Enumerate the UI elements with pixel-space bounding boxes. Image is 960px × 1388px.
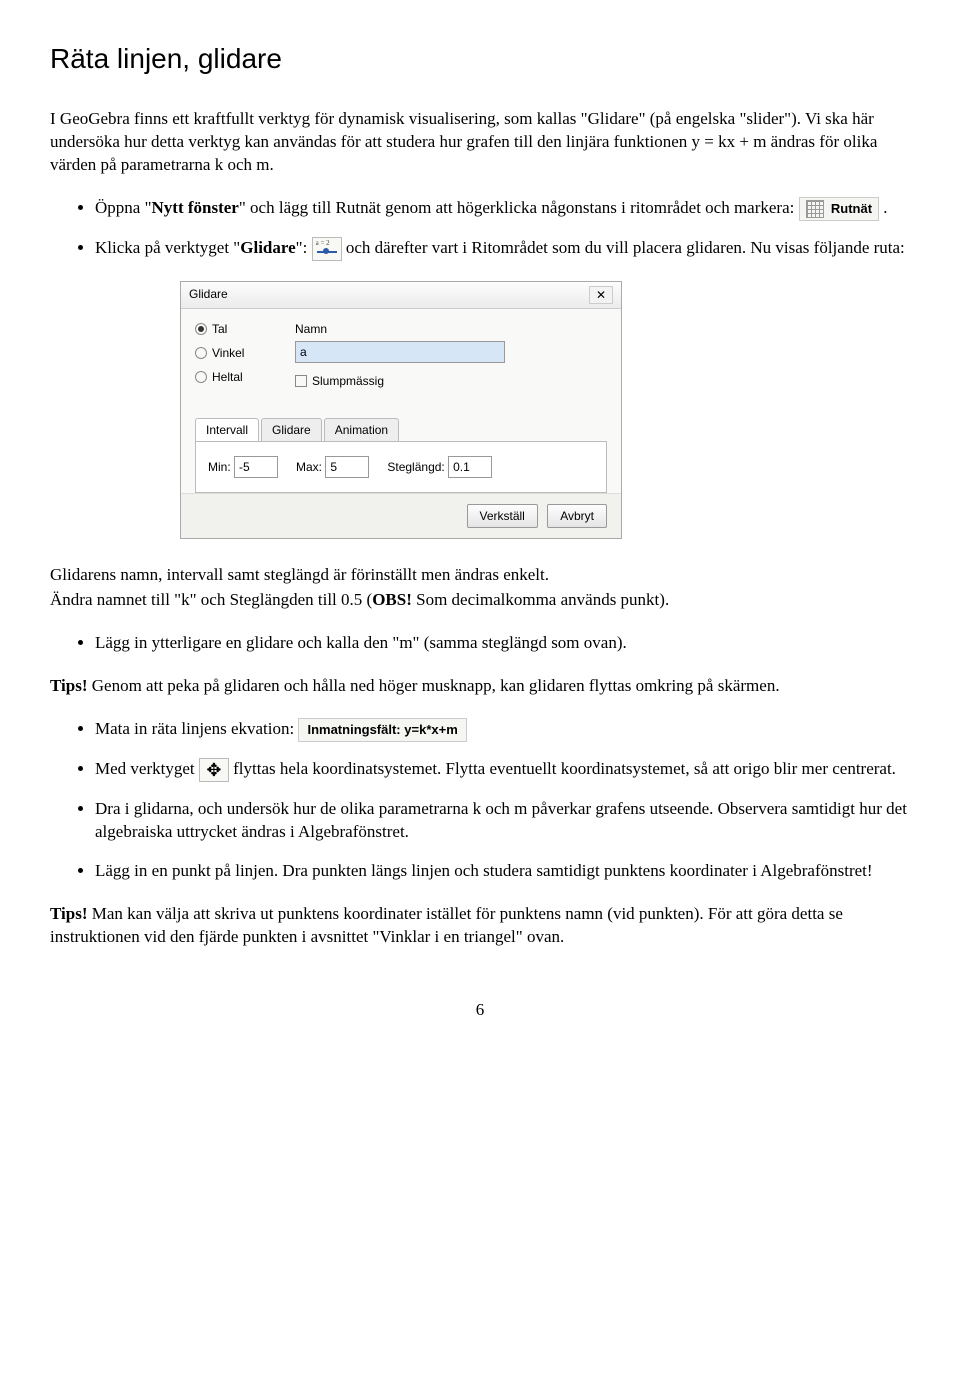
slider-dialog: Glidare ✕ Tal Vinkel Heltal Namn a Slump… (180, 281, 622, 539)
tips-1: Tips! Genom att peka på glidaren och hål… (50, 675, 910, 698)
bullet-move-tool: Med verktyget ✥ flyttas hela koordinatsy… (95, 758, 910, 782)
bullet-add-point: Lägg in en punkt på linjen. Dra punkten … (95, 860, 910, 883)
move-graphics-icon: ✥ (199, 758, 229, 782)
intro-paragraph: I GeoGebra finns ett kraftfullt verktyg … (50, 108, 910, 177)
close-icon[interactable]: ✕ (589, 286, 613, 304)
bullet-input-equation: Mata in räta linjens ekvation: Inmatning… (95, 718, 910, 742)
dialog-title: Glidare (189, 286, 228, 304)
max-input[interactable]: 5 (325, 456, 369, 478)
step-label: Steglängd: (387, 460, 444, 474)
page-title: Räta linjen, glidare (50, 40, 910, 78)
tips-2: Tips! Man kan välja att skriva ut punkte… (50, 903, 910, 949)
max-label: Max: (296, 460, 322, 474)
random-checkbox[interactable]: Slumpmässig (295, 373, 607, 389)
cancel-button[interactable]: Avbryt (547, 504, 607, 528)
step-input[interactable]: 0.1 (448, 456, 492, 478)
name-input[interactable]: a (295, 341, 505, 363)
name-label: Namn (295, 321, 607, 337)
radio-tal[interactable]: Tal (195, 321, 275, 337)
radio-vinkel[interactable]: Vinkel (195, 345, 275, 361)
input-field-snippet: Inmatningsfält: y=k*x+m (298, 718, 466, 742)
bullet-drag-sliders: Dra i glidarna, och undersök hur de olik… (95, 798, 910, 844)
post-dialog-text-2: Ändra namnet till "k" och Steglängden ti… (50, 589, 910, 612)
tab-animation[interactable]: Animation (324, 418, 399, 441)
min-label: Min: (208, 460, 231, 474)
bullet-add-m-slider: Lägg in ytterligare en glidare och kalla… (95, 632, 910, 655)
page-number: 6 (50, 999, 910, 1022)
slider-tool-icon (312, 237, 342, 261)
radio-heltal[interactable]: Heltal (195, 369, 275, 385)
grid-icon (806, 200, 824, 218)
bullet-slider-tool: Klicka på verktyget "Glidare": och däref… (95, 237, 910, 261)
post-dialog-text-1: Glidarens namn, intervall samt steglängd… (50, 564, 910, 587)
apply-button[interactable]: Verkställ (467, 504, 538, 528)
rutnat-menu-item: Rutnät (799, 197, 879, 221)
bullet-open-window: Öppna "Nytt fönster" och lägg till Rutnä… (95, 197, 910, 221)
min-input[interactable]: -5 (234, 456, 278, 478)
tab-glidare[interactable]: Glidare (261, 418, 322, 441)
tab-intervall[interactable]: Intervall (195, 418, 259, 441)
